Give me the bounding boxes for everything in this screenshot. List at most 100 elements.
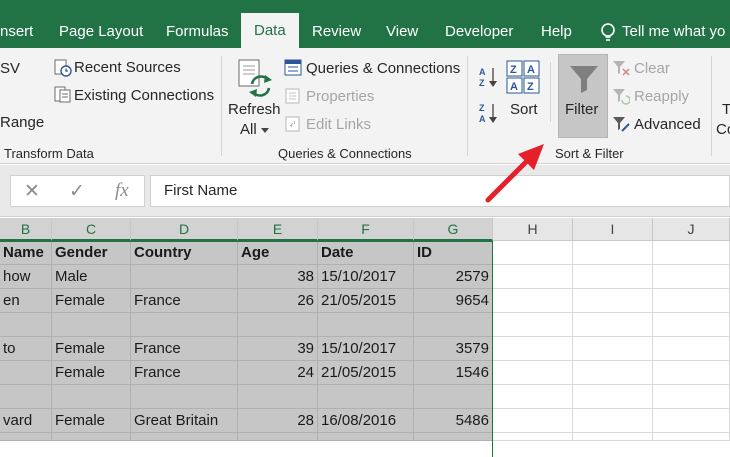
table-cell[interactable]: 5486 — [414, 409, 493, 433]
empty-cell[interactable] — [238, 433, 318, 441]
empty-cell[interactable] — [493, 265, 573, 289]
table-cell[interactable] — [318, 313, 414, 337]
column-header-d[interactable]: D — [131, 218, 238, 241]
empty-cell[interactable] — [653, 433, 730, 441]
empty-cell[interactable] — [653, 385, 730, 409]
text-to-columns-label-line1[interactable]: T — [722, 101, 730, 118]
empty-cell[interactable] — [653, 241, 730, 265]
table-header-cell[interactable]: Name — [0, 241, 52, 265]
reapply-button[interactable]: Reapply — [634, 88, 689, 105]
empty-cell[interactable] — [653, 289, 730, 313]
column-header-f[interactable]: F — [318, 218, 414, 241]
empty-cell[interactable] — [573, 433, 653, 441]
empty-cell[interactable] — [493, 385, 573, 409]
tab-view[interactable]: View — [386, 15, 418, 48]
recent-sources-button[interactable]: Recent Sources — [74, 59, 181, 76]
empty-cell[interactable] — [653, 337, 730, 361]
table-cell[interactable]: 38 — [238, 265, 318, 289]
empty-cell[interactable] — [573, 241, 653, 265]
tab-developer[interactable]: Developer — [445, 15, 513, 48]
tab-insert[interactable]: nsert — [0, 15, 33, 48]
tab-page-layout[interactable]: Page Layout — [59, 15, 143, 48]
empty-cell[interactable] — [493, 313, 573, 337]
from-csv-button[interactable]: SV — [0, 60, 20, 77]
empty-cell[interactable] — [493, 289, 573, 313]
column-header-e[interactable]: E — [238, 218, 318, 241]
empty-cell[interactable] — [573, 337, 653, 361]
empty-cell[interactable] — [493, 337, 573, 361]
empty-cell[interactable] — [52, 433, 131, 441]
empty-cell[interactable] — [653, 265, 730, 289]
table-cell[interactable]: 21/05/2015 — [318, 361, 414, 385]
column-header-g[interactable]: G — [414, 218, 493, 241]
table-header-cell[interactable]: Date — [318, 241, 414, 265]
table-cell[interactable]: France — [131, 361, 238, 385]
empty-cell[interactable] — [493, 361, 573, 385]
table-cell[interactable]: Male — [52, 265, 131, 289]
from-range-button[interactable]: Range — [0, 114, 44, 131]
table-cell[interactable]: Female — [52, 409, 131, 433]
table-cell[interactable]: Female — [52, 337, 131, 361]
table-cell[interactable]: 26 — [238, 289, 318, 313]
empty-cell[interactable] — [493, 241, 573, 265]
table-cell[interactable]: vard — [0, 409, 52, 433]
refresh-all-label-line1[interactable]: Refresh — [228, 101, 281, 118]
formula-input[interactable]: First Name — [150, 175, 730, 207]
table-cell[interactable] — [318, 385, 414, 409]
column-header-b[interactable]: B — [0, 218, 52, 241]
table-cell[interactable]: 28 — [238, 409, 318, 433]
table-cell[interactable] — [52, 385, 131, 409]
empty-cell[interactable] — [573, 385, 653, 409]
table-cell[interactable] — [0, 385, 52, 409]
table-cell[interactable]: 2579 — [414, 265, 493, 289]
table-cell[interactable]: en — [0, 289, 52, 313]
table-cell[interactable]: to — [0, 337, 52, 361]
table-cell[interactable] — [414, 313, 493, 337]
table-cell[interactable]: 39 — [238, 337, 318, 361]
refresh-all-label-line2[interactable]: All — [240, 121, 257, 138]
column-header-h[interactable]: H — [493, 218, 573, 241]
table-cell[interactable]: 1546 — [414, 361, 493, 385]
tab-help[interactable]: Help — [541, 15, 572, 48]
advanced-button[interactable]: Advanced — [634, 116, 701, 133]
table-cell[interactable]: 24 — [238, 361, 318, 385]
column-header-c[interactable]: C — [52, 218, 131, 241]
table-header-cell[interactable]: Age — [238, 241, 318, 265]
empty-cell[interactable] — [414, 433, 493, 441]
table-cell[interactable]: 15/10/2017 — [318, 337, 414, 361]
empty-cell[interactable] — [653, 409, 730, 433]
insert-function-icon[interactable]: fx — [115, 180, 129, 202]
text-to-columns-label-line2[interactable]: Co — [716, 121, 730, 138]
table-cell[interactable]: 9654 — [414, 289, 493, 313]
empty-cell[interactable] — [573, 265, 653, 289]
table-cell[interactable]: France — [131, 337, 238, 361]
table-header-cell[interactable]: Country — [131, 241, 238, 265]
table-cell[interactable]: France — [131, 289, 238, 313]
table-cell[interactable] — [131, 265, 238, 289]
table-cell[interactable] — [0, 361, 52, 385]
table-cell[interactable] — [0, 313, 52, 337]
queries-connections-button[interactable]: Queries & Connections — [306, 60, 460, 77]
tab-formulas[interactable]: Formulas — [166, 15, 229, 48]
table-cell[interactable]: 21/05/2015 — [318, 289, 414, 313]
table-cell[interactable]: Female — [52, 289, 131, 313]
empty-cell[interactable] — [573, 361, 653, 385]
cancel-icon[interactable]: ✕ — [24, 180, 40, 203]
table-cell[interactable] — [131, 313, 238, 337]
empty-cell[interactable] — [493, 409, 573, 433]
properties-button[interactable]: Properties — [306, 88, 374, 105]
column-header-j[interactable]: J — [653, 218, 730, 241]
table-cell[interactable]: Great Britain — [131, 409, 238, 433]
empty-cell[interactable] — [0, 433, 52, 441]
sort-button[interactable]: Sort — [510, 101, 538, 118]
edit-links-button[interactable]: Edit Links — [306, 116, 371, 133]
tab-data[interactable]: Data — [241, 13, 299, 48]
empty-cell[interactable] — [131, 433, 238, 441]
table-cell[interactable] — [131, 385, 238, 409]
empty-cell[interactable] — [653, 361, 730, 385]
empty-cell[interactable] — [493, 433, 573, 441]
column-header-i[interactable]: I — [573, 218, 653, 241]
empty-cell[interactable] — [653, 313, 730, 337]
table-cell[interactable]: how — [0, 265, 52, 289]
table-header-cell[interactable]: ID — [414, 241, 493, 265]
